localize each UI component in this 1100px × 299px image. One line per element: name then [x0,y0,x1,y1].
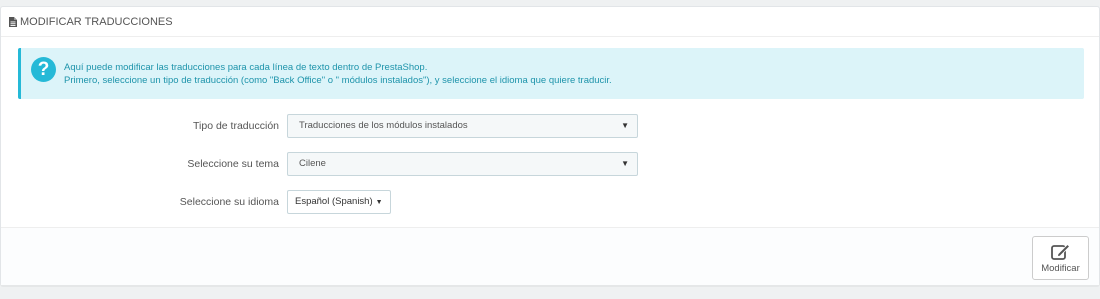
theme-row: Seleccione su tema Cilene ▼ [1,152,1100,176]
translation-type-value: Traducciones de los módulos instalados [299,120,468,131]
translation-type-select[interactable]: Traducciones de los módulos instalados ▼ [287,114,638,138]
theme-value: Cilene [299,158,326,169]
caret-down-icon: ▼ [621,121,629,130]
alert-text: Aquí puede modificar las traducciones pa… [64,61,612,87]
caret-down-icon: ▼ [375,199,383,206]
panel-footer: Modificar [1,227,1099,285]
theme-label: Seleccione su tema [187,158,279,170]
language-label: Seleccione su idioma [179,196,279,208]
info-alert: ? Aquí puede modificar las traducciones … [18,48,1084,99]
translation-type-row: Tipo de traducción Traducciones de los m… [1,114,1100,138]
panel-heading: MODIFICAR TRADUCCIONES [1,7,1099,37]
question-circle-icon: ? [31,57,56,82]
language-row: Seleccione su idioma Español (Spanish) ▼ [1,190,1100,214]
modify-button[interactable]: Modificar [1032,236,1089,280]
modify-button-label: Modificar [1041,263,1080,274]
alert-line-2: Primero, seleccione un tipo de traducció… [64,75,612,86]
language-dropdown[interactable]: Español (Spanish) ▼ [287,190,391,214]
panel-title: MODIFICAR TRADUCCIONES [20,15,173,28]
translations-panel: MODIFICAR TRADUCCIONES ? Aquí puede modi… [0,6,1100,285]
language-value: Español (Spanish) [295,196,373,207]
theme-select[interactable]: Cilene ▼ [287,152,638,176]
alert-line-1: Aquí puede modificar las traducciones pa… [64,62,428,73]
translation-type-label: Tipo de traducción [193,120,279,132]
document-icon [9,16,17,27]
edit-icon [1050,243,1070,260]
caret-down-icon: ▼ [621,159,629,168]
